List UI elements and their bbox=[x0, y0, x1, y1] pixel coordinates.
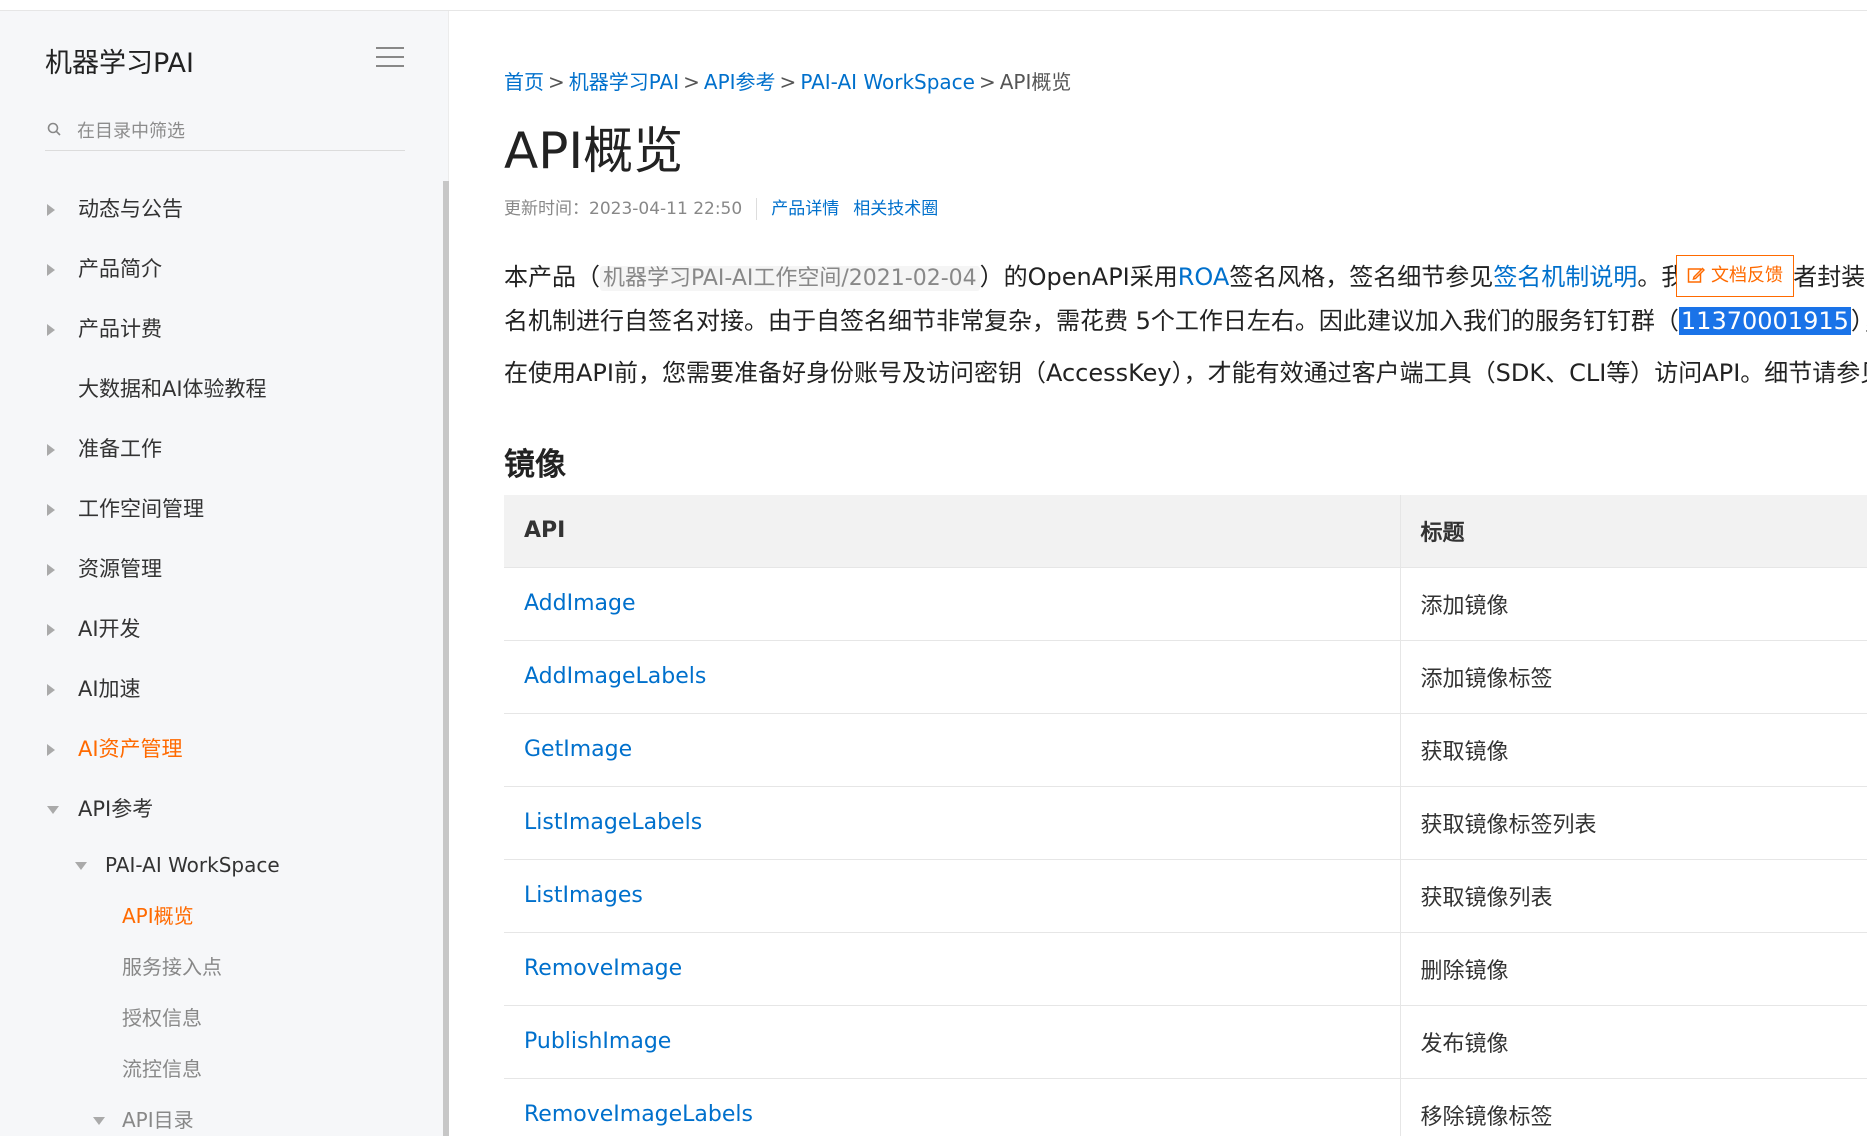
header-title: 标题 bbox=[1400, 495, 1867, 568]
breadcrumb-current: API概览 bbox=[999, 70, 1072, 94]
table-row: GetImage 获取镜像 bbox=[504, 713, 1867, 787]
sidebar-item-ai-assets[interactable]: AI资产管理 bbox=[0, 729, 430, 769]
menu-icon[interactable] bbox=[376, 47, 404, 69]
api-link[interactable]: RemoveImage bbox=[524, 956, 682, 981]
api-title: 获取镜像列表 bbox=[1400, 859, 1867, 933]
api-link[interactable]: RemoveImageLabels bbox=[524, 1102, 753, 1127]
sidebar-filter-placeholder: 在目录中筛选 bbox=[77, 121, 185, 142]
sidebar-item-flow-control[interactable]: 流控信息 bbox=[0, 1049, 430, 1089]
api-title: 添加镜像标签 bbox=[1400, 640, 1867, 714]
meta-divider bbox=[756, 198, 758, 220]
breadcrumb-api-ref[interactable]: API参考 bbox=[704, 70, 776, 94]
sidebar-item-intro[interactable]: 产品简介 bbox=[0, 249, 430, 289]
sidebar-item-pai-workspace[interactable]: PAI-AI WorkSpace bbox=[0, 845, 430, 885]
page-title: API概览 bbox=[504, 122, 684, 180]
chevron-right-icon bbox=[47, 324, 55, 336]
section-title: 镜像 bbox=[504, 447, 566, 483]
table-row: PublishImage 发布镜像 bbox=[504, 1005, 1867, 1079]
chevron-down-icon bbox=[75, 862, 87, 870]
api-link[interactable]: ListImageLabels bbox=[524, 810, 702, 835]
intro-paragraph-3: 在使用API前，您需要准备好身份账号及访问密钥（AccessKey），才能有效通… bbox=[504, 359, 1867, 387]
dingtalk-group-number: 11370001915 bbox=[1678, 307, 1851, 335]
sidebar-item-api-overview[interactable]: API概览 bbox=[0, 896, 430, 936]
chevron-right-icon bbox=[47, 204, 55, 216]
sidebar-item-resources[interactable]: 资源管理 bbox=[0, 549, 430, 589]
sidebar: 机器学习PAI 在目录中筛选 动态与公告 产品简介 产品计费 大数据和AI体验教… bbox=[0, 11, 449, 1136]
table-header-row: API 标题 bbox=[504, 495, 1867, 568]
table-row: ListImages 获取镜像列表 bbox=[504, 859, 1867, 933]
sidebar-scrollbar[interactable] bbox=[443, 181, 449, 1136]
table-row: RemoveImage 删除镜像 bbox=[504, 932, 1867, 1006]
api-title: 删除镜像 bbox=[1400, 932, 1867, 1006]
sidebar-item-workspace[interactable]: 工作空间管理 bbox=[0, 489, 430, 529]
chevron-down-icon bbox=[47, 806, 59, 814]
breadcrumb-pai[interactable]: 机器学习PAI bbox=[569, 70, 679, 94]
product-details-link[interactable]: 产品详情 bbox=[771, 199, 839, 219]
chevron-right-icon bbox=[47, 444, 55, 456]
sidebar-item-billing[interactable]: 产品计费 bbox=[0, 309, 430, 349]
breadcrumb-pai-workspace[interactable]: PAI-AI WorkSpace bbox=[800, 70, 975, 94]
sidebar-item-news[interactable]: 动态与公告 bbox=[0, 189, 430, 229]
table-row: AddImageLabels 添加镜像标签 bbox=[504, 640, 1867, 714]
intro-paragraph-2: 名机制进行自签名对接。由于自签名细节非常复杂，需花费 5个工作日左右。因此建议加… bbox=[504, 307, 1867, 335]
api-link[interactable]: PublishImage bbox=[524, 1029, 671, 1054]
chevron-right-icon bbox=[47, 624, 55, 636]
sidebar-item-api-ref[interactable]: API参考 bbox=[0, 789, 430, 829]
doc-feedback-button[interactable]: 文档反馈 bbox=[1676, 255, 1794, 297]
chevron-right-icon bbox=[47, 564, 55, 576]
sidebar-item-prepare[interactable]: 准备工作 bbox=[0, 429, 430, 469]
api-link[interactable]: AddImage bbox=[524, 591, 636, 616]
inline-code: 机器学习PAI-AI工作空间/2021-02-04 bbox=[600, 266, 980, 291]
header-api: API bbox=[504, 495, 1401, 568]
api-title: 添加镜像 bbox=[1400, 567, 1867, 641]
api-title: 移除镜像标签 bbox=[1400, 1078, 1867, 1136]
chevron-right-icon bbox=[47, 684, 55, 696]
api-title: 获取镜像标签列表 bbox=[1400, 786, 1867, 860]
sidebar-item-auth[interactable]: 授权信息 bbox=[0, 998, 430, 1038]
sidebar-item-endpoints[interactable]: 服务接入点 bbox=[0, 947, 430, 987]
sidebar-filter-input[interactable]: 在目录中筛选 bbox=[45, 107, 405, 151]
breadcrumb: 首页 > 机器学习PAI > API参考 > PAI-AI WorkSpace > API概览 bbox=[504, 70, 1072, 94]
sidebar-item-tutorial[interactable]: 大数据和AI体验教程 bbox=[0, 369, 430, 409]
edit-icon bbox=[1687, 267, 1705, 283]
sidebar-item-ai-dev[interactable]: AI开发 bbox=[0, 609, 430, 649]
api-title: 发布镜像 bbox=[1400, 1005, 1867, 1079]
search-icon bbox=[47, 122, 61, 136]
breadcrumb-home[interactable]: 首页 bbox=[504, 70, 544, 94]
tech-circle-link[interactable]: 相关技术圈 bbox=[853, 199, 938, 219]
api-link[interactable]: ListImages bbox=[524, 883, 643, 908]
table-row: AddImage 添加镜像 bbox=[504, 567, 1867, 641]
api-link[interactable]: GetImage bbox=[524, 737, 632, 762]
chevron-right-icon bbox=[47, 504, 55, 516]
api-title: 获取镜像 bbox=[1400, 713, 1867, 787]
table-row: RemoveImageLabels 移除镜像标签 bbox=[504, 1078, 1867, 1136]
signature-doc-link[interactable]: 签名机制说明 bbox=[1493, 263, 1637, 291]
sidebar-title: 机器学习PAI bbox=[45, 48, 194, 79]
update-time: 更新时间：2023-04-11 22:50 bbox=[504, 199, 743, 219]
api-link[interactable]: AddImageLabels bbox=[524, 664, 706, 689]
chevron-right-icon bbox=[47, 744, 55, 756]
intro-paragraph-1: 本产品（ 机器学习PAI-AI工作空间/2021-02-04 ）的OpenAPI采用… bbox=[504, 263, 1866, 291]
roa-link[interactable]: ROA bbox=[1178, 263, 1230, 291]
chevron-right-icon bbox=[47, 264, 55, 276]
main-content: 首页 > 机器学习PAI > API参考 > PAI-AI WorkSpace > API概览 … bbox=[504, 11, 1867, 1136]
sidebar-item-api-catalog[interactable]: API目录 bbox=[0, 1100, 430, 1136]
chevron-down-icon bbox=[93, 1117, 105, 1125]
api-table: API 标题 AddImage 添加镜像 AddImageLabels 添加镜像标签… bbox=[504, 495, 1867, 1136]
table-row: ListImageLabels 获取镜像标签列表 bbox=[504, 786, 1867, 860]
page-meta: 更新时间：2023-04-11 22:50 产品详情 相关技术圈 bbox=[504, 194, 952, 220]
sidebar-item-ai-accel[interactable]: AI加速 bbox=[0, 669, 430, 709]
